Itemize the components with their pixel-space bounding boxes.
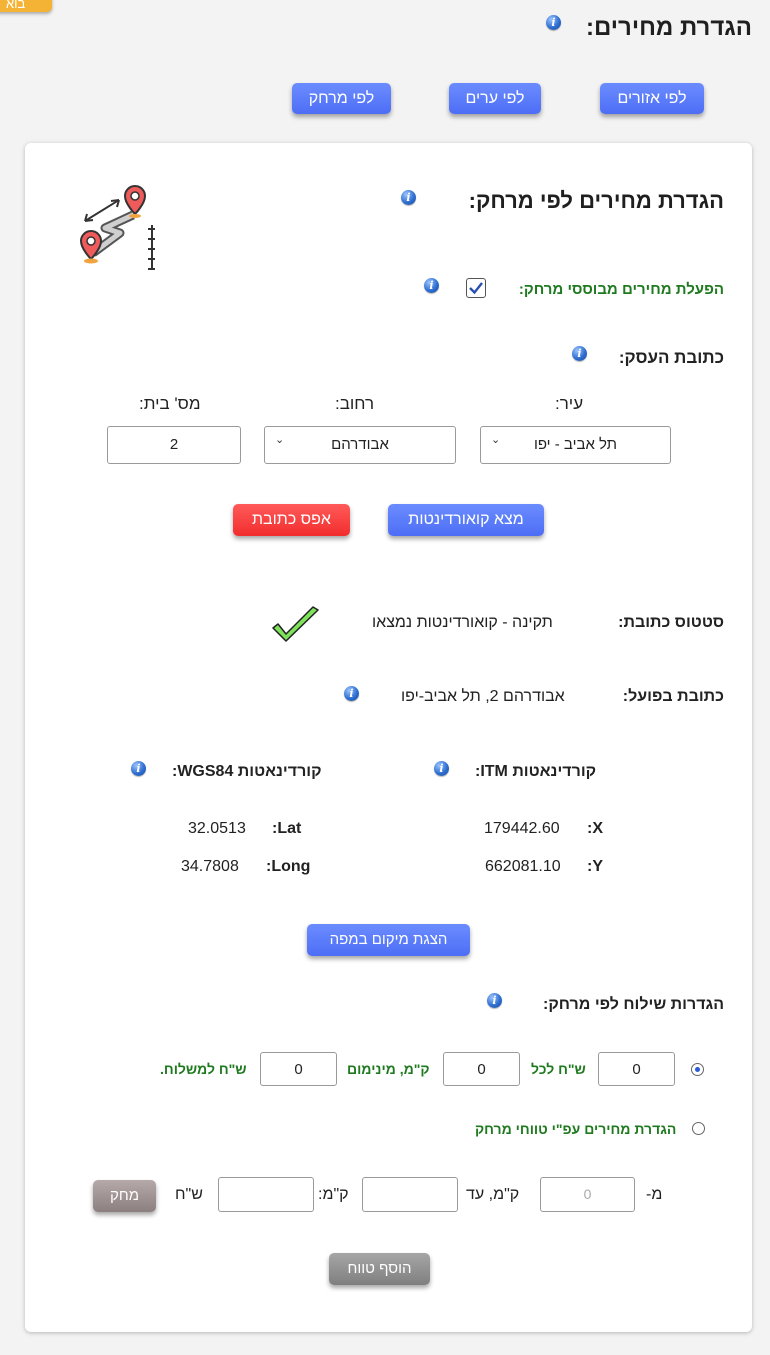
range-from-input[interactable]: 0 bbox=[540, 1177, 635, 1212]
tab-by-distance[interactable]: לפי מרחק bbox=[292, 83, 391, 114]
range-km-label: ק"מ: bbox=[318, 1186, 349, 1203]
price-per-km-value: 0 bbox=[632, 1061, 641, 1078]
card-title: הגדרת מחירים לפי מרחק: bbox=[468, 188, 724, 213]
address-status-label: סטטוס כתובת: bbox=[618, 614, 724, 631]
street-select[interactable]: אבודרהם ⌄ bbox=[264, 426, 456, 464]
distance-pricing-card bbox=[25, 143, 752, 1332]
itm-coordinates-title: קורדינאטות ITM: bbox=[475, 763, 597, 780]
city-select[interactable]: תל אביב - יפו ⌄ bbox=[480, 426, 671, 464]
range-pricing-label: הגדרת מחירים עפ"י טווחי מרחק bbox=[475, 1121, 677, 1137]
y-value: 662081.10 bbox=[485, 858, 561, 875]
lat-label: :Lat bbox=[272, 820, 302, 837]
success-check-icon bbox=[272, 606, 319, 642]
house-number-value: 2 bbox=[169, 436, 179, 453]
info-icon[interactable]: i bbox=[401, 190, 416, 205]
km-value: 0 bbox=[477, 1061, 486, 1078]
long-value: 34.7808 bbox=[181, 858, 239, 875]
info-icon[interactable]: i bbox=[546, 15, 561, 30]
fixed-rate-radio[interactable] bbox=[691, 1063, 704, 1076]
business-address-title: כתובת העסק: bbox=[618, 348, 724, 367]
show-on-map-button[interactable]: הצגת מיקום במפה bbox=[307, 924, 470, 956]
house-number-input[interactable]: 2 bbox=[107, 426, 241, 464]
price-per-delivery-label: ש"ח למשלוח. bbox=[160, 1061, 247, 1077]
checkmark-icon bbox=[469, 282, 483, 295]
shipping-settings-title: הגדרות שילוח לפי מרחק: bbox=[543, 996, 724, 1013]
km-minimum-label: ק"מ, מינימום bbox=[347, 1061, 430, 1077]
actual-address-value: אבודרהם 2, תל אביב-יפו bbox=[401, 688, 565, 705]
chevron-down-icon: ⌄ bbox=[491, 434, 501, 446]
city-label: עיר: bbox=[555, 394, 584, 413]
find-coordinates-button[interactable]: מצא קואורדינטות bbox=[388, 504, 544, 536]
range-from-label: מ- bbox=[646, 1186, 663, 1203]
street-select-value: אבודרהם bbox=[331, 436, 389, 453]
range-currency-label: ש"ח bbox=[175, 1186, 203, 1203]
info-icon[interactable]: i bbox=[572, 346, 587, 361]
tab-by-cities[interactable]: לפי ערים bbox=[449, 83, 541, 114]
minimum-price-value: 0 bbox=[294, 1061, 303, 1078]
km-input[interactable]: 0 bbox=[443, 1052, 520, 1086]
long-label: :Long bbox=[266, 858, 311, 875]
x-label: :X bbox=[587, 820, 603, 837]
range-to-label: ק"מ, עד bbox=[466, 1186, 520, 1203]
x-value: 179442.60 bbox=[484, 820, 560, 837]
page-title: הגדרת מחירים: bbox=[585, 14, 752, 41]
city-select-value: תל אביב - יפו bbox=[533, 436, 618, 453]
info-icon[interactable]: i bbox=[434, 761, 449, 776]
enable-distance-label: הפעלת מחירים מבוססי מרחק: bbox=[518, 281, 724, 298]
corner-badge[interactable]: בוא bbox=[0, 0, 52, 12]
price-per-km-label: ש"ח לכל bbox=[531, 1061, 586, 1077]
address-status-value: תקינה - קואורדינטות נמצאו bbox=[372, 614, 553, 631]
chevron-down-icon: ⌄ bbox=[275, 434, 285, 446]
price-per-km-input[interactable]: 0 bbox=[598, 1052, 675, 1086]
tab-by-regions[interactable]: לפי אזורים bbox=[600, 83, 704, 114]
enable-distance-checkbox[interactable] bbox=[466, 278, 486, 298]
add-range-button[interactable]: הוסף טווח bbox=[329, 1253, 430, 1285]
route-distance-icon bbox=[79, 184, 155, 270]
info-icon[interactable]: i bbox=[344, 686, 359, 701]
info-icon[interactable]: i bbox=[131, 761, 146, 776]
actual-address-label: כתובת בפועל: bbox=[622, 688, 724, 705]
street-label: רחוב: bbox=[335, 394, 375, 413]
range-to-input[interactable] bbox=[362, 1177, 458, 1212]
range-from-placeholder: 0 bbox=[583, 1186, 592, 1202]
info-icon[interactable]: i bbox=[424, 278, 439, 293]
lat-value: 32.0513 bbox=[188, 820, 246, 837]
minimum-price-input[interactable]: 0 bbox=[260, 1052, 337, 1086]
y-label: :Y bbox=[587, 858, 603, 875]
corner-badge-label: בוא bbox=[6, 0, 26, 11]
house-number-label: מס' בית: bbox=[139, 394, 201, 413]
delete-range-button[interactable]: מחק bbox=[93, 1180, 156, 1212]
reset-address-button[interactable]: אפס כתובת bbox=[233, 504, 350, 536]
wgs84-coordinates-title: קורדינאטות WGS84: bbox=[172, 763, 322, 780]
info-icon[interactable]: i bbox=[487, 993, 502, 1008]
range-price-input[interactable] bbox=[218, 1177, 314, 1212]
range-pricing-radio[interactable] bbox=[692, 1122, 705, 1135]
